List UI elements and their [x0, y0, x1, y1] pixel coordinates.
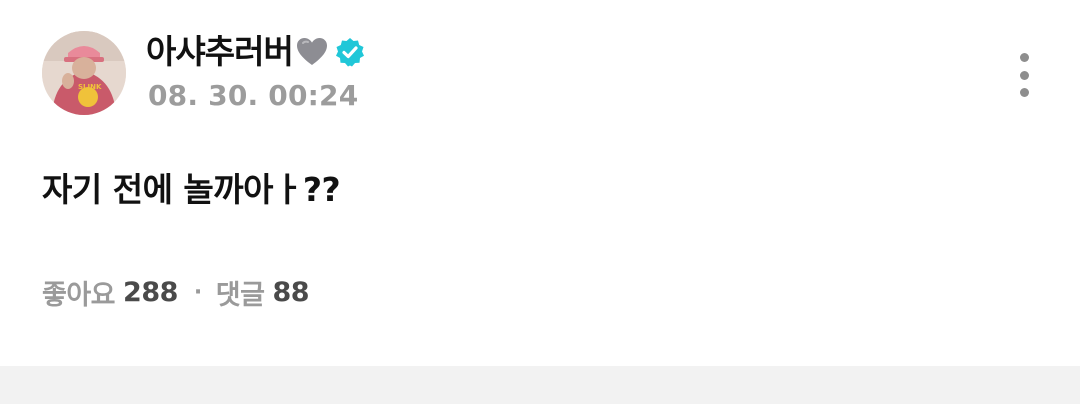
- author-row: 아샤추러버: [146, 30, 365, 74]
- author-name[interactable]: 아샤추러버: [146, 30, 294, 74]
- author-avatar[interactable]: SLINK: [42, 31, 126, 115]
- more-dot: [1019, 88, 1029, 97]
- comments-count: 88: [272, 276, 310, 308]
- section-divider: [0, 366, 1080, 404]
- likes-button[interactable]: 좋아요 288: [42, 273, 178, 312]
- comments-label: 댓글: [215, 279, 265, 311]
- post-stats: 좋아요 288 · 댓글 88: [42, 272, 310, 312]
- more-vertical-icon: [1019, 53, 1029, 62]
- likes-count: 288: [123, 276, 178, 308]
- more-dot: [1019, 70, 1029, 80]
- post-timestamp: 08. 30. 00:24: [148, 79, 359, 112]
- avatar-image: SLINK: [42, 31, 126, 115]
- comments-button[interactable]: 댓글 88: [215, 273, 310, 312]
- verified-badge-icon: [335, 37, 365, 67]
- post-card: SLINK 아샤추러버 08. 30. 00:24 자기 전에 놀까아ㅏ?? 좋: [0, 0, 1080, 366]
- likes-label: 좋아요: [42, 279, 116, 311]
- svg-text:SLINK: SLINK: [78, 83, 102, 91]
- stats-separator: ·: [193, 279, 202, 305]
- grey-heart-icon: [295, 35, 329, 69]
- more-options-button[interactable]: [1008, 53, 1040, 97]
- post-text: 자기 전에 놀까아ㅏ??: [42, 170, 341, 209]
